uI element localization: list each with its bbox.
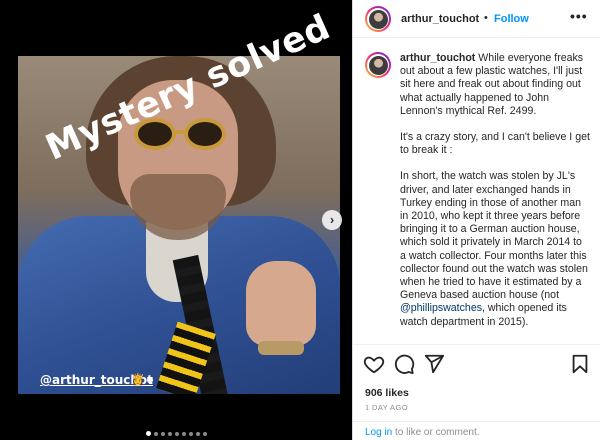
carousel-dot [153,431,158,436]
carousel-dot [202,431,207,436]
carousel-dot [160,431,165,436]
caption-mention-link[interactable]: @phillipswatches [400,302,482,314]
post-timestamp[interactable]: 1 DAY AGO [365,403,408,412]
post-header: arthur_touchot • Follow ••• [353,0,600,38]
comments-panel[interactable]: arthur_touchot While everyone freaks out… [353,38,600,344]
post-sidebar: arthur_touchot • Follow ••• arthur_touch… [352,0,600,440]
more-icon[interactable]: ••• [570,8,588,24]
bookmark-icon[interactable] [569,353,591,375]
header-separator: • [484,12,488,24]
comment-icon[interactable] [393,353,415,375]
carousel-dot [195,431,200,436]
follow-button[interactable]: Follow [494,13,529,25]
carousel-dot [145,431,151,437]
like-count[interactable]: 906 likes [365,387,409,399]
author-username[interactable]: arthur_touchot [401,13,479,25]
post-caption: arthur_touchot While everyone freaks out… [400,52,590,342]
post-media[interactable]: Mystery solved @arthur_touchot 👸 › [0,0,352,440]
carousel-dot [167,431,172,436]
login-link[interactable]: Log in [365,427,392,438]
photo-hand [246,261,316,346]
carousel-next-button[interactable]: › [322,210,342,230]
chevron-right-icon: › [329,212,335,227]
caption-paragraph-2: It's a crazy story, and I can't believe … [400,131,590,157]
caption-username[interactable]: arthur_touchot [400,52,475,64]
post-actions: 906 likes 1 DAY AGO Log in to like or co… [353,344,600,440]
caption-avatar[interactable] [365,52,391,78]
login-prompt: Log in to like or comment. [353,421,600,440]
carousel-dot [181,431,186,436]
photo-sunglasses-bridge [175,130,187,134]
photo-watch [258,341,304,355]
login-prompt-text: to like or comment. [392,427,480,438]
carousel-dot [174,431,179,436]
mention-emoji: 👸 [131,374,145,386]
carousel-indicator [0,425,352,440]
heart-icon[interactable] [363,353,385,375]
carousel-dot [188,431,193,436]
author-avatar[interactable] [365,6,391,32]
mention-dot [147,377,153,383]
photo-sunglasses-right [184,118,226,150]
caption-paragraph-3: In short, the watch was stolen by JL's d… [400,170,588,302]
share-icon[interactable] [423,353,445,375]
